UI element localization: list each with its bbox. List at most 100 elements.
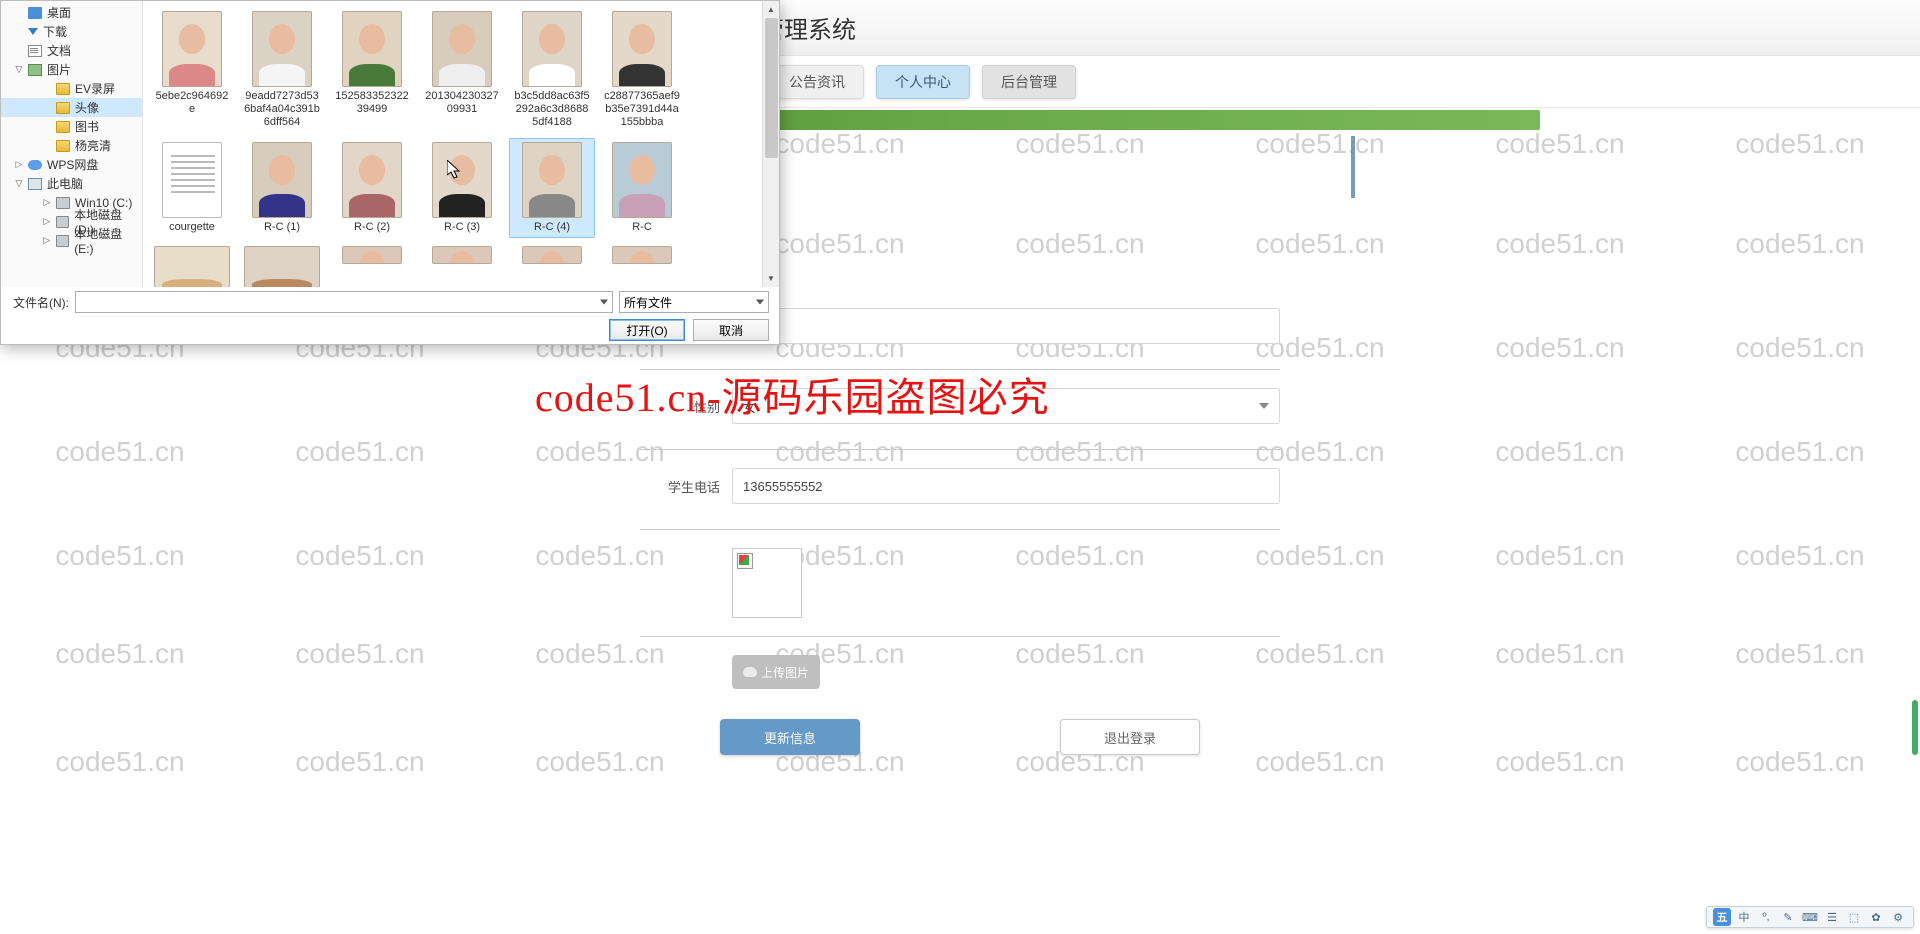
file-open-dialog: 桌面下载文档▽图片EV录屏头像图书杨亮清▷WPS网盘▽此电脑▷Win10 (C:… <box>0 0 780 345</box>
tree-item-本地磁盘 (E:)[interactable]: ▷本地磁盘 (E:) <box>1 231 142 250</box>
file-thumbnail <box>522 246 582 264</box>
ime-item-3[interactable]: ✎ <box>1779 908 1797 926</box>
filename-input[interactable] <box>75 291 613 313</box>
ime-item-1[interactable]: 中 <box>1735 908 1753 926</box>
file-thumbnail <box>154 246 230 287</box>
tree-item-label: 头像 <box>75 99 99 116</box>
watermark-overlay-text: code51.cn-源码乐园盗图必究 <box>535 365 1050 423</box>
file-label: c28877365aef9b35e7391d44a155bbba <box>603 90 681 130</box>
file-label: 15258335232239499 <box>333 90 411 116</box>
file-item[interactable]: 微信截图_20220311123255 <box>239 242 325 287</box>
tree-caret-icon: ▷ <box>43 235 51 246</box>
pc-icon <box>28 178 42 190</box>
cancel-button[interactable]: 取消 <box>693 319 769 341</box>
file-thumbnail <box>432 246 492 264</box>
tree-item-杨亮清[interactable]: 杨亮清 <box>1 136 142 155</box>
file-label: 9eadd7273d536baf4a04c391b6dff564 <box>243 90 321 130</box>
tree-item-label: 本地磁盘 (E:) <box>74 225 142 256</box>
tree-caret-icon: ▷ <box>43 197 51 208</box>
tree-item-下载[interactable]: 下载 <box>1 22 142 41</box>
ime-item-7[interactable]: ✿ <box>1867 908 1885 926</box>
file-label: R-C <box>632 221 652 234</box>
file-item[interactable]: 15258335232239499 <box>329 7 415 134</box>
file-label: courgette <box>169 221 215 234</box>
scroll-thumb[interactable] <box>765 18 778 158</box>
file-item[interactable]: R-C (1) <box>239 138 325 238</box>
file-item[interactable]: 微信截图_20220311123243 <box>149 242 235 287</box>
scroll-down-arrow-icon[interactable]: ▼ <box>763 270 779 287</box>
mouse-cursor-icon <box>447 160 463 180</box>
tree-item-图书[interactable]: 图书 <box>1 117 142 136</box>
tree-item-文档[interactable]: 文档 <box>1 41 142 60</box>
ime-item-5[interactable]: ☰ <box>1823 908 1841 926</box>
avatar-preview <box>732 548 802 618</box>
scroll-up-arrow-icon[interactable]: ▲ <box>763 1 779 18</box>
file-item[interactable] <box>419 242 505 268</box>
drive-icon <box>56 197 70 209</box>
doc-icon <box>28 45 42 57</box>
file-item[interactable]: R-C (2) <box>329 138 415 238</box>
file-thumbnail <box>342 246 402 264</box>
file-item[interactable]: c28877365aef9b35e7391d44a155bbba <box>599 7 685 134</box>
tree-item-label: 文档 <box>47 42 71 59</box>
tree-item-label: WPS网盘 <box>47 156 98 173</box>
nav-admin-button[interactable]: 后台管理 <box>982 65 1076 99</box>
ime-item-4[interactable]: ⌨ <box>1801 908 1819 926</box>
ime-item-8[interactable]: ⚙ <box>1889 908 1907 926</box>
file-label: R-C (1) <box>264 221 300 234</box>
cloud-upload-icon <box>743 667 757 677</box>
upload-image-button[interactable]: 上传图片 <box>732 655 820 689</box>
tree-item-头像[interactable]: 头像 <box>1 98 142 117</box>
drive-icon <box>56 216 69 228</box>
file-item[interactable] <box>509 242 595 268</box>
file-item[interactable]: 5ebe2c964692e <box>149 7 235 134</box>
file-thumbnail <box>612 246 672 264</box>
tree-item-label: 杨亮清 <box>75 137 111 154</box>
file-label: 5ebe2c964692e <box>153 90 231 116</box>
submit-button[interactable]: 更新信息 <box>720 719 860 755</box>
file-item[interactable] <box>329 242 415 268</box>
page-scroll-indicator[interactable] <box>1912 700 1918 755</box>
pic-icon <box>28 64 42 76</box>
file-thumbnail <box>252 142 312 218</box>
tree-item-label: 此电脑 <box>47 175 83 192</box>
ime-toolbar[interactable]: 五中º,✎⌨☰⬚✿⚙ <box>1706 906 1914 928</box>
file-thumbnail <box>612 11 672 87</box>
file-type-filter[interactable]: 所有文件 <box>619 291 769 313</box>
file-item[interactable]: 20130423032709931 <box>419 7 505 134</box>
phone-input[interactable] <box>732 468 1280 504</box>
file-item[interactable]: R-C (4) <box>509 138 595 238</box>
tree-item-图片[interactable]: ▽图片 <box>1 60 142 79</box>
ime-item-2[interactable]: º, <box>1757 908 1775 926</box>
file-grid[interactable]: 5ebe2c964692e 9eadd7273d536baf4a04c391b6d… <box>143 1 779 287</box>
file-item[interactable]: R-C <box>599 138 685 238</box>
file-thumbnail <box>162 11 222 87</box>
file-thumbnail <box>342 142 402 218</box>
file-thumbnail <box>252 11 312 87</box>
open-button[interactable]: 打开(O) <box>609 319 685 341</box>
file-item[interactable]: 9eadd7273d536baf4a04c391b6dff564 <box>239 7 325 134</box>
tree-item-WPS网盘[interactable]: ▷ WPS网盘 <box>1 155 142 174</box>
file-item[interactable]: b3c5dd8ac63f5292a6c3d86885df4188 <box>509 7 595 134</box>
file-thumbnail <box>432 11 492 87</box>
name-input[interactable] <box>732 308 1280 344</box>
folder-tree[interactable]: 桌面下载文档▽图片EV录屏头像图书杨亮清▷WPS网盘▽此电脑▷Win10 (C:… <box>1 1 143 287</box>
file-item[interactable] <box>599 242 685 268</box>
nav-personal-center-button[interactable]: 个人中心 <box>876 65 970 99</box>
tree-caret-icon: ▷ <box>15 159 23 170</box>
nav-announcement-button[interactable]: 公告资讯 <box>770 65 864 99</box>
filename-label: 文件名(N): <box>11 294 69 311</box>
desktop-icon <box>28 7 42 19</box>
ime-item-6[interactable]: ⬚ <box>1845 908 1863 926</box>
tree-item-桌面[interactable]: 桌面 <box>1 3 142 22</box>
drive-icon <box>56 235 70 247</box>
file-grid-scrollbar[interactable]: ▲ ▼ <box>762 1 779 287</box>
tree-item-EV录屏[interactable]: EV录屏 <box>1 79 142 98</box>
logout-button[interactable]: 退出登录 <box>1060 719 1200 755</box>
file-item[interactable]: courgette <box>149 138 235 238</box>
ime-item-0[interactable]: 五 <box>1713 908 1731 926</box>
tree-item-此电脑[interactable]: ▽此电脑 <box>1 174 142 193</box>
file-thumbnail <box>244 246 320 287</box>
file-item[interactable]: R-C (3) <box>419 138 505 238</box>
file-thumbnail <box>522 142 582 218</box>
